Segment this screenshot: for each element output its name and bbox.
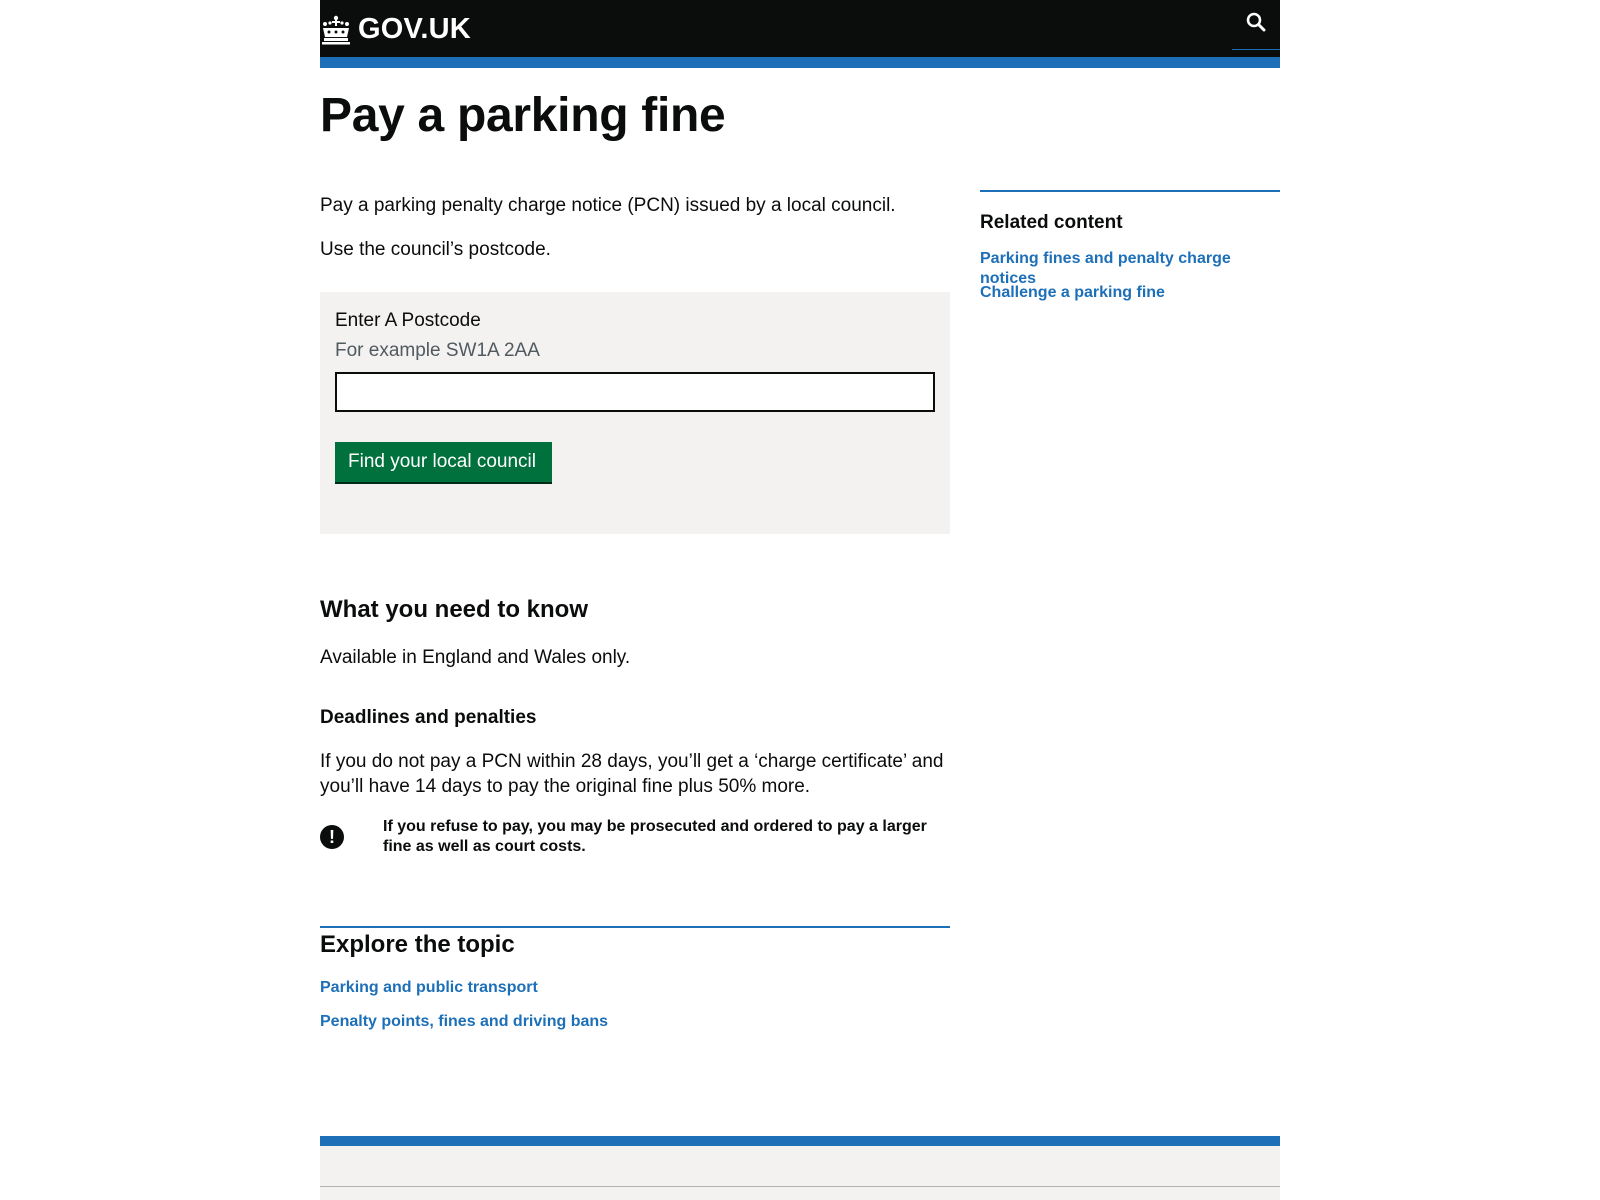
page: GOV.UK Pay a parking fine Pay a parking … [320, 0, 1280, 1200]
related-content-heading: Related content [980, 212, 1123, 233]
site-header: GOV.UK [320, 0, 1280, 57]
postcode-form-panel: Enter A Postcode For example SW1A 2AA Fi… [320, 292, 950, 534]
warning-icon: ! [320, 825, 344, 849]
warning-text: If you refuse to pay, you may be prosecu… [383, 818, 927, 855]
deadlines-text: If you do not pay a PCN within 28 days, … [320, 751, 944, 797]
crown-icon [320, 15, 352, 45]
sidebar-divider [980, 190, 1280, 192]
search-icon [1246, 12, 1266, 37]
postcode-input[interactable] [335, 372, 935, 412]
footer-stripe [320, 1136, 1280, 1146]
govuk-logo-link[interactable]: GOV.UK [320, 13, 471, 46]
footer-divider [320, 1186, 1280, 1187]
explore-divider [320, 926, 950, 928]
header-stripe [320, 57, 1280, 68]
logo-text: GOV.UK [358, 13, 471, 45]
need-to-know-heading: What you need to know [320, 596, 588, 623]
search-button[interactable] [1232, 0, 1280, 50]
availability-text: Available in England and Wales only. [320, 647, 631, 668]
explore-heading: Explore the topic [320, 931, 515, 958]
explore-link-parking-transport[interactable]: Parking and public transport [320, 978, 538, 998]
intro-paragraph: Pay a parking penalty charge notice (PCN… [320, 195, 896, 216]
postcode-label: Enter A Postcode [335, 310, 481, 331]
intro-postcode-note: Use the council’s postcode. [320, 239, 551, 260]
explore-link-penalty-points[interactable]: Penalty points, fines and driving bans [320, 1012, 608, 1032]
page-title: Pay a parking fine [320, 89, 726, 142]
deadlines-heading: Deadlines and penalties [320, 707, 537, 728]
related-link-challenge-fine[interactable]: Challenge a parking fine [980, 283, 1165, 303]
site-footer [320, 1146, 1280, 1200]
find-local-council-button[interactable]: Find your local council [335, 442, 552, 482]
postcode-hint: For example SW1A 2AA [335, 340, 540, 361]
